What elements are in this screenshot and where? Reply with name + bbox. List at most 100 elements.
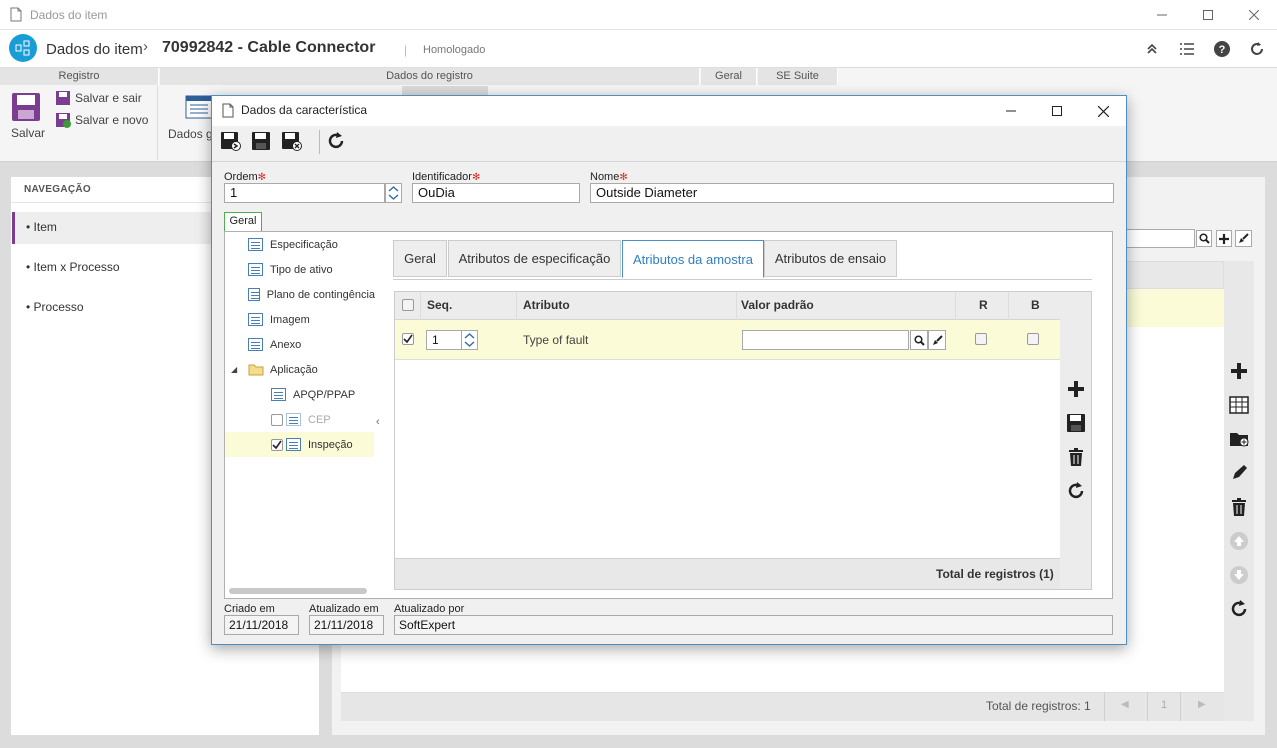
main-grid-row[interactable] bbox=[1122, 289, 1224, 327]
tree-expand-icon[interactable]: ◢ bbox=[231, 365, 237, 374]
ordem-field[interactable]: 1 bbox=[224, 183, 385, 203]
move-down-icon[interactable] bbox=[1226, 562, 1252, 588]
col-header-r[interactable]: R bbox=[979, 298, 988, 312]
ribbon-group-geral: Geral bbox=[701, 68, 757, 85]
delete-trash-icon[interactable] bbox=[1063, 444, 1089, 470]
main-grid-footer bbox=[341, 692, 1224, 721]
save-button[interactable] bbox=[10, 92, 42, 122]
move-up-icon[interactable] bbox=[1226, 528, 1252, 554]
nome-field[interactable]: Outside Diameter bbox=[590, 183, 1114, 203]
tree-item-apqp-ppap[interactable]: APQP/PPAP bbox=[271, 382, 355, 407]
prev-page-icon[interactable]: ◀ bbox=[1121, 699, 1129, 710]
required-icon: ✻ bbox=[619, 172, 628, 183]
dialog-minimize-button[interactable] bbox=[988, 96, 1034, 126]
search-icon[interactable] bbox=[1196, 230, 1212, 247]
col-header-atributo[interactable]: Atributo bbox=[523, 298, 570, 312]
save-new-button[interactable]: Salvar e novo bbox=[75, 113, 148, 127]
close-button[interactable] bbox=[1231, 0, 1277, 30]
add-icon[interactable] bbox=[1063, 376, 1089, 402]
navigation-title: NAVEGAÇÃO bbox=[24, 184, 91, 195]
tab-atributos-ensaio[interactable]: Atributos de ensaio bbox=[764, 240, 897, 277]
valor-padrao-input[interactable] bbox=[742, 330, 909, 350]
criado-em-label: Criado em bbox=[224, 603, 275, 615]
page-number[interactable]: 1 bbox=[1161, 699, 1167, 711]
save-icon[interactable] bbox=[1063, 410, 1089, 436]
edit-pencil-icon[interactable] bbox=[1226, 460, 1252, 486]
nav-item-label: Item x Processo bbox=[33, 260, 120, 274]
save-icon[interactable] bbox=[251, 131, 271, 151]
dialog-refresh-icon[interactable] bbox=[326, 131, 346, 151]
dialog-maximize-button[interactable] bbox=[1034, 96, 1080, 126]
tree-item-anexo[interactable]: Anexo bbox=[248, 332, 301, 357]
add-icon[interactable] bbox=[1226, 358, 1252, 384]
tree-item-aplicacao[interactable]: Aplicação bbox=[248, 357, 318, 382]
dialog-close-button[interactable] bbox=[1080, 96, 1126, 126]
add-filter-icon[interactable] bbox=[1216, 230, 1232, 247]
tree-item-label: Especificação bbox=[270, 238, 338, 251]
clear-filter-icon[interactable] bbox=[1235, 230, 1252, 247]
tree-scrollbar[interactable] bbox=[229, 588, 367, 594]
table-row[interactable] bbox=[395, 320, 1060, 360]
folder-add-icon[interactable] bbox=[1226, 426, 1252, 452]
dialog-title: Dados da característica bbox=[241, 103, 368, 117]
identificador-field[interactable]: OuDia bbox=[412, 183, 580, 203]
collapse-icon[interactable] bbox=[1142, 39, 1162, 59]
collapse-panel-icon[interactable]: ‹ bbox=[376, 416, 380, 428]
atualizado-em-field: 21/11/2018 bbox=[309, 615, 384, 635]
tab-atributos-especificacao[interactable]: Atributos de especificação bbox=[448, 240, 621, 277]
tree-item-cep[interactable]: CEP bbox=[271, 407, 331, 432]
col-header-valor-padrao[interactable]: Valor padrão bbox=[741, 298, 814, 312]
save-exit-icon[interactable] bbox=[220, 131, 242, 151]
minimize-button[interactable] bbox=[1139, 0, 1185, 30]
row-checkbox[interactable] bbox=[402, 333, 414, 345]
maximize-button[interactable] bbox=[1185, 0, 1231, 30]
delete-trash-icon[interactable] bbox=[1226, 494, 1252, 520]
help-icon[interactable]: ? bbox=[1212, 39, 1232, 59]
tab-atributos-amostra[interactable]: Atributos da amostra bbox=[622, 240, 764, 278]
folder-icon bbox=[248, 363, 264, 376]
tree-item-tipo-ativo[interactable]: Tipo de ativo bbox=[248, 257, 333, 282]
main-total-records: Total de registros: 1 bbox=[986, 699, 1091, 713]
window-title: Dados do item bbox=[30, 8, 108, 22]
tree-item-label: Imagem bbox=[270, 313, 310, 326]
breadcrumb-separator: › bbox=[143, 38, 148, 55]
b-checkbox[interactable] bbox=[1027, 333, 1039, 345]
seq-stepper[interactable] bbox=[461, 330, 478, 350]
form-icon bbox=[271, 388, 286, 401]
tree-item-imagem[interactable]: Imagem bbox=[248, 307, 310, 332]
r-checkbox[interactable] bbox=[975, 333, 987, 345]
col-header-seq[interactable]: Seq. bbox=[427, 298, 452, 312]
reload-icon[interactable] bbox=[1063, 478, 1089, 504]
main-grid-header bbox=[1122, 261, 1224, 289]
pager-divider bbox=[1180, 692, 1181, 721]
search-icon[interactable] bbox=[910, 330, 928, 350]
grid-header bbox=[395, 292, 1060, 320]
tree-item-label: Aplicação bbox=[270, 363, 318, 376]
seq-field[interactable]: 1 bbox=[426, 330, 462, 350]
main-search-input[interactable] bbox=[1122, 229, 1195, 248]
atualizado-por-field: SoftExpert bbox=[394, 615, 1113, 635]
tree-item-especificacao[interactable]: Especificação bbox=[248, 232, 338, 257]
refresh-icon[interactable] bbox=[1247, 39, 1267, 59]
tree-checkbox-checked[interactable] bbox=[271, 438, 283, 451]
clear-icon[interactable] bbox=[928, 330, 946, 350]
tree-checkbox[interactable] bbox=[271, 413, 283, 426]
atualizado-em-label: Atualizado em bbox=[309, 603, 379, 615]
tab-geral[interactable]: Geral bbox=[393, 240, 447, 277]
status-label: Homologado bbox=[423, 44, 486, 56]
ordem-stepper[interactable] bbox=[385, 183, 402, 203]
reload-icon[interactable] bbox=[1226, 596, 1252, 622]
tab-geral-group[interactable]: Geral bbox=[224, 212, 262, 231]
save-exit-button[interactable]: Salvar e sair bbox=[75, 91, 142, 105]
required-icon: ✻ bbox=[471, 172, 481, 183]
col-header-b[interactable]: B bbox=[1031, 298, 1040, 312]
tree-item-label: Inspeção bbox=[308, 438, 353, 451]
header-divider: | bbox=[404, 43, 408, 57]
tree-item-plano-contingencia[interactable]: Plano de contingência bbox=[248, 282, 375, 307]
select-all-checkbox[interactable] bbox=[402, 299, 414, 311]
next-page-icon[interactable]: ▶ bbox=[1198, 699, 1206, 710]
tree-item-inspecao[interactable]: Inspeção bbox=[271, 432, 353, 457]
save-close-icon[interactable] bbox=[281, 131, 303, 151]
grid-add-icon[interactable] bbox=[1226, 392, 1252, 418]
list-menu-icon[interactable] bbox=[1177, 39, 1197, 59]
